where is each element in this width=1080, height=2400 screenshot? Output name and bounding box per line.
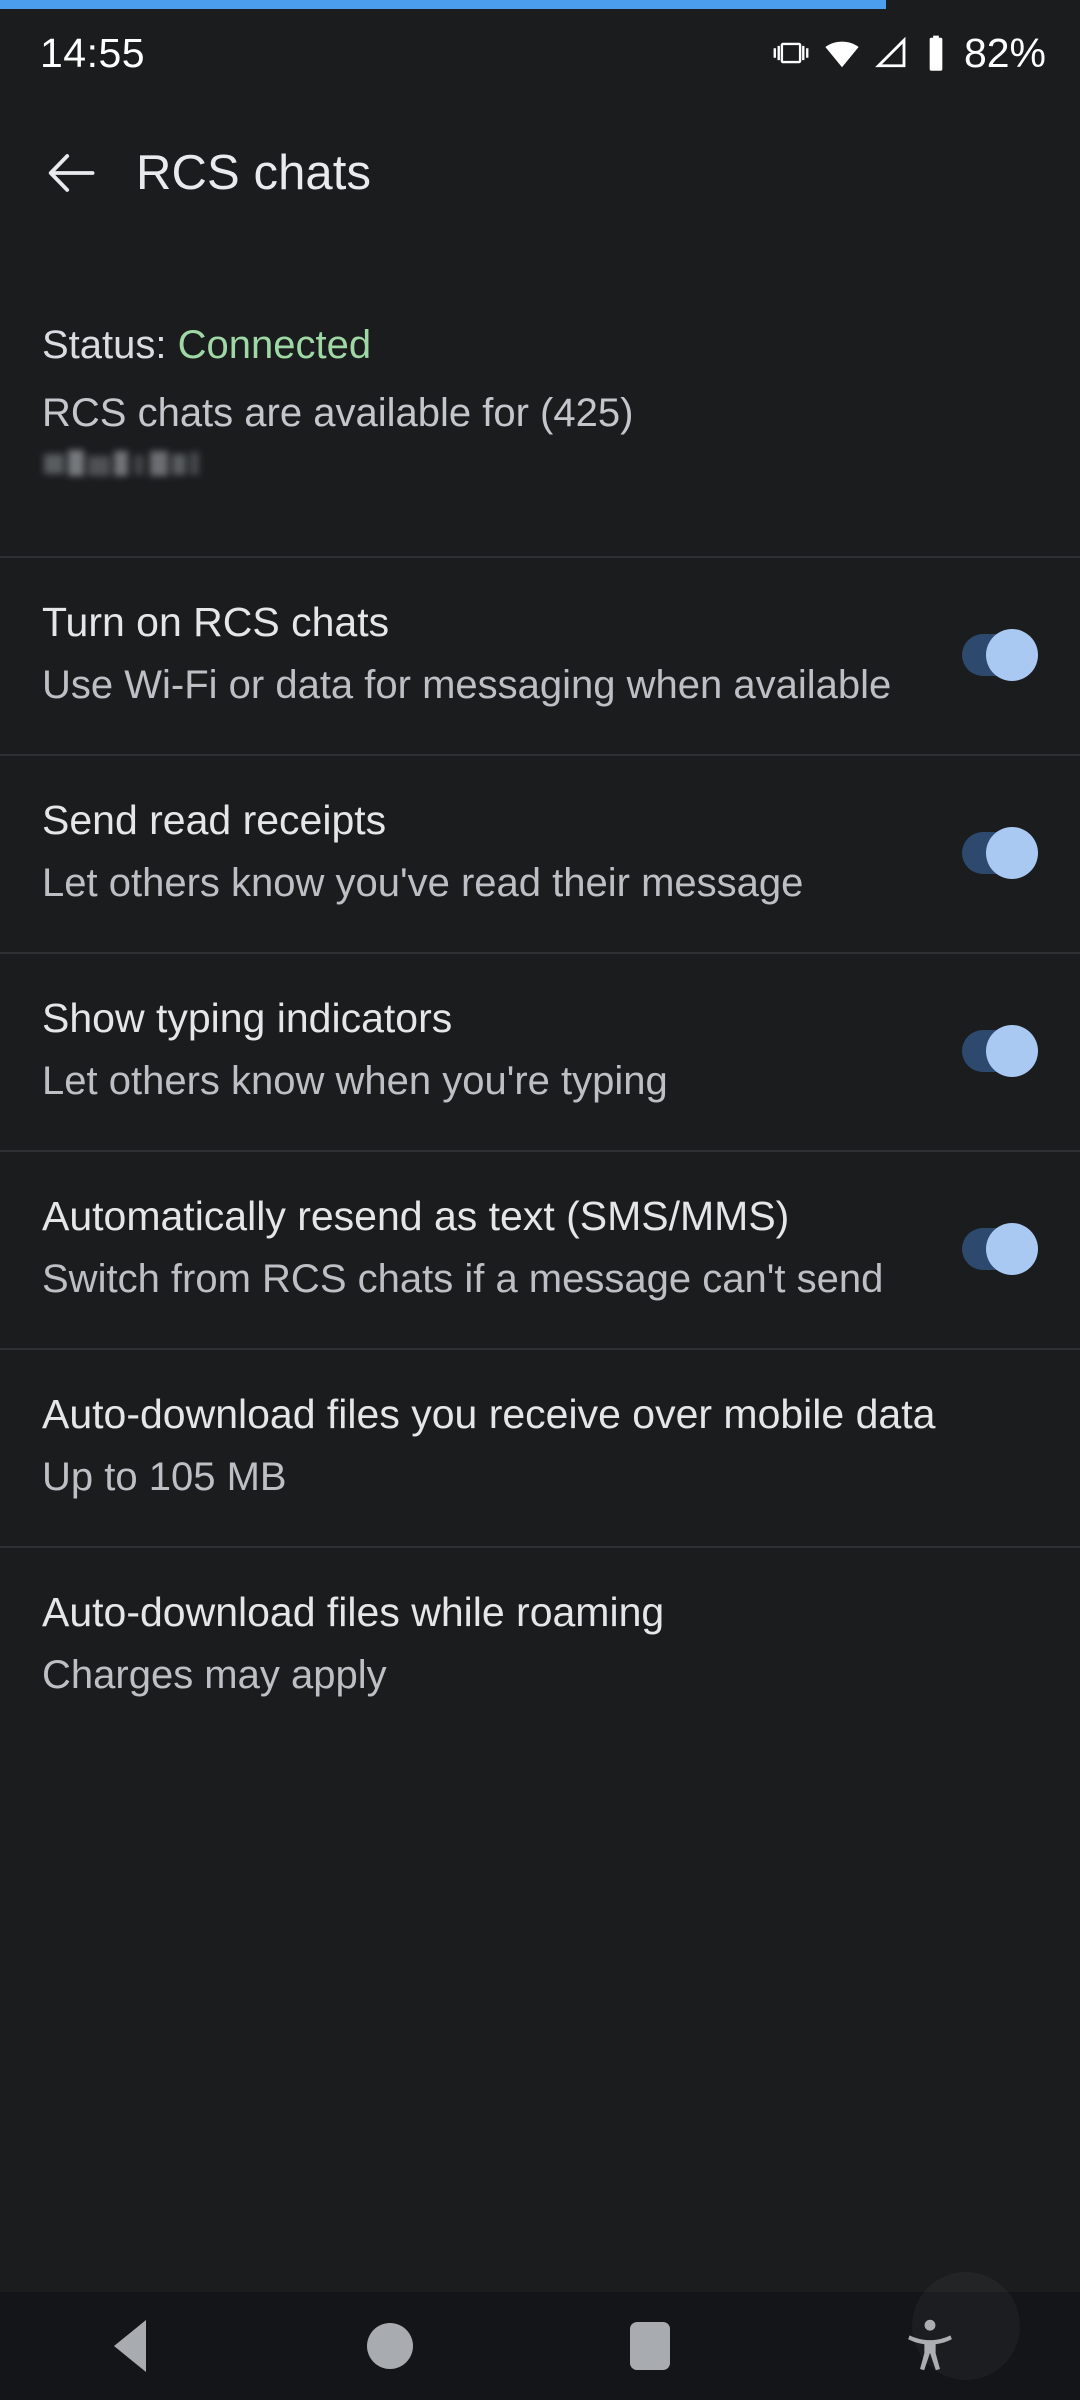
setting-row-turn-on-rcs[interactable]: Turn on RCS chats Use Wi-Fi or data for … xyxy=(0,558,1080,754)
page-load-progress-fill xyxy=(0,0,886,9)
toggle-thumb xyxy=(986,629,1038,681)
row-text: Auto-download files you receive over mob… xyxy=(42,1390,1038,1504)
row-subtitle: Charges may apply xyxy=(42,1653,387,1698)
toggle-typing-indicators[interactable] xyxy=(962,1025,1038,1077)
home-circle-icon xyxy=(367,2323,413,2369)
system-status-bar: 14:55 82% xyxy=(0,9,1080,97)
row-subtitle: Switch from RCS chats if a message can't… xyxy=(42,1257,884,1302)
rcs-status-block: Status: Connected RCS chats are availabl… xyxy=(0,320,1080,516)
row-control xyxy=(942,629,1038,681)
setting-row-auto-resend-sms[interactable]: Automatically resend as text (SMS/MMS) S… xyxy=(0,1152,1080,1348)
row-control xyxy=(942,1025,1038,1077)
row-title: Turn on RCS chats xyxy=(42,599,390,646)
row-text: Show typing indicators Let others know w… xyxy=(42,994,942,1108)
toggle-read-receipts[interactable] xyxy=(962,827,1038,879)
row-subtitle: Use Wi-Fi or data for messaging when ava… xyxy=(42,663,892,708)
row-title: Send read receipts xyxy=(42,797,387,844)
cell-signal-icon xyxy=(874,36,906,68)
battery-icon xyxy=(929,35,943,71)
status-bar-icons: 82% xyxy=(772,30,1046,77)
redacted-phone-number xyxy=(42,448,200,482)
toggle-thumb xyxy=(986,827,1038,879)
row-text: Turn on RCS chats Use Wi-Fi or data for … xyxy=(42,598,942,712)
phone-screen: 14:55 82% RCS chats Status: Connected RC… xyxy=(0,0,1080,2400)
setting-row-read-receipts[interactable]: Send read receipts Let others know you'v… xyxy=(0,756,1080,952)
toggle-thumb xyxy=(986,1223,1038,1275)
row-subtitle: Let others know when you're typing xyxy=(42,1059,668,1104)
toggle-thumb xyxy=(986,1025,1038,1077)
battery-percent-label: 82% xyxy=(963,29,1046,76)
row-title: Auto-download files you receive over mob… xyxy=(42,1391,936,1438)
nav-accessibility-button[interactable] xyxy=(780,2292,1080,2400)
row-text: Automatically resend as text (SMS/MMS) S… xyxy=(42,1192,942,1306)
nav-home-button[interactable] xyxy=(260,2292,520,2400)
vibrate-icon xyxy=(773,42,809,64)
system-navigation-bar xyxy=(0,2292,1080,2400)
nav-recents-button[interactable] xyxy=(520,2292,780,2400)
setting-row-typing-indicators[interactable]: Show typing indicators Let others know w… xyxy=(0,954,1080,1150)
wifi-icon xyxy=(825,41,859,68)
row-subtitle: Let others know you've read their messag… xyxy=(42,861,804,906)
setting-row-auto-download-mobile-data[interactable]: Auto-download files you receive over mob… xyxy=(0,1350,1080,1546)
nav-back-button[interactable] xyxy=(0,2292,260,2400)
settings-list: Turn on RCS chats Use Wi-Fi or data for … xyxy=(0,556,1080,1744)
row-title: Automatically resend as text (SMS/MMS) xyxy=(42,1193,790,1240)
status-badge: Connected xyxy=(177,323,372,367)
status-label: Status: xyxy=(42,323,178,367)
row-text: Send read receipts Let others know you'v… xyxy=(42,796,942,910)
back-triangle-icon xyxy=(114,2320,146,2372)
row-title: Show typing indicators xyxy=(42,995,453,1042)
status-bar-clock: 14:55 xyxy=(40,29,146,76)
page-title: RCS chats xyxy=(136,145,372,200)
row-title: Auto-download files while roaming xyxy=(42,1589,665,1636)
page-load-progress-bar xyxy=(0,0,1080,9)
row-subtitle: Up to 105 MB xyxy=(42,1455,287,1500)
back-arrow-icon[interactable] xyxy=(30,131,114,215)
row-control xyxy=(942,1223,1038,1275)
setting-row-auto-download-roaming[interactable]: Auto-download files while roaming Charge… xyxy=(0,1548,1080,1744)
app-bar: RCS chats xyxy=(0,110,1080,235)
connection-status-line: Status: Connected xyxy=(42,320,1038,371)
availability-text: RCS chats are available for (425) xyxy=(42,391,634,436)
toggle-auto-resend-sms[interactable] xyxy=(962,1223,1038,1275)
row-control xyxy=(942,827,1038,879)
nav-ripple xyxy=(912,2272,1020,2380)
toggle-turn-on-rcs[interactable] xyxy=(962,629,1038,681)
recents-square-icon xyxy=(630,2322,670,2370)
row-text: Auto-download files while roaming Charge… xyxy=(42,1588,1038,1702)
